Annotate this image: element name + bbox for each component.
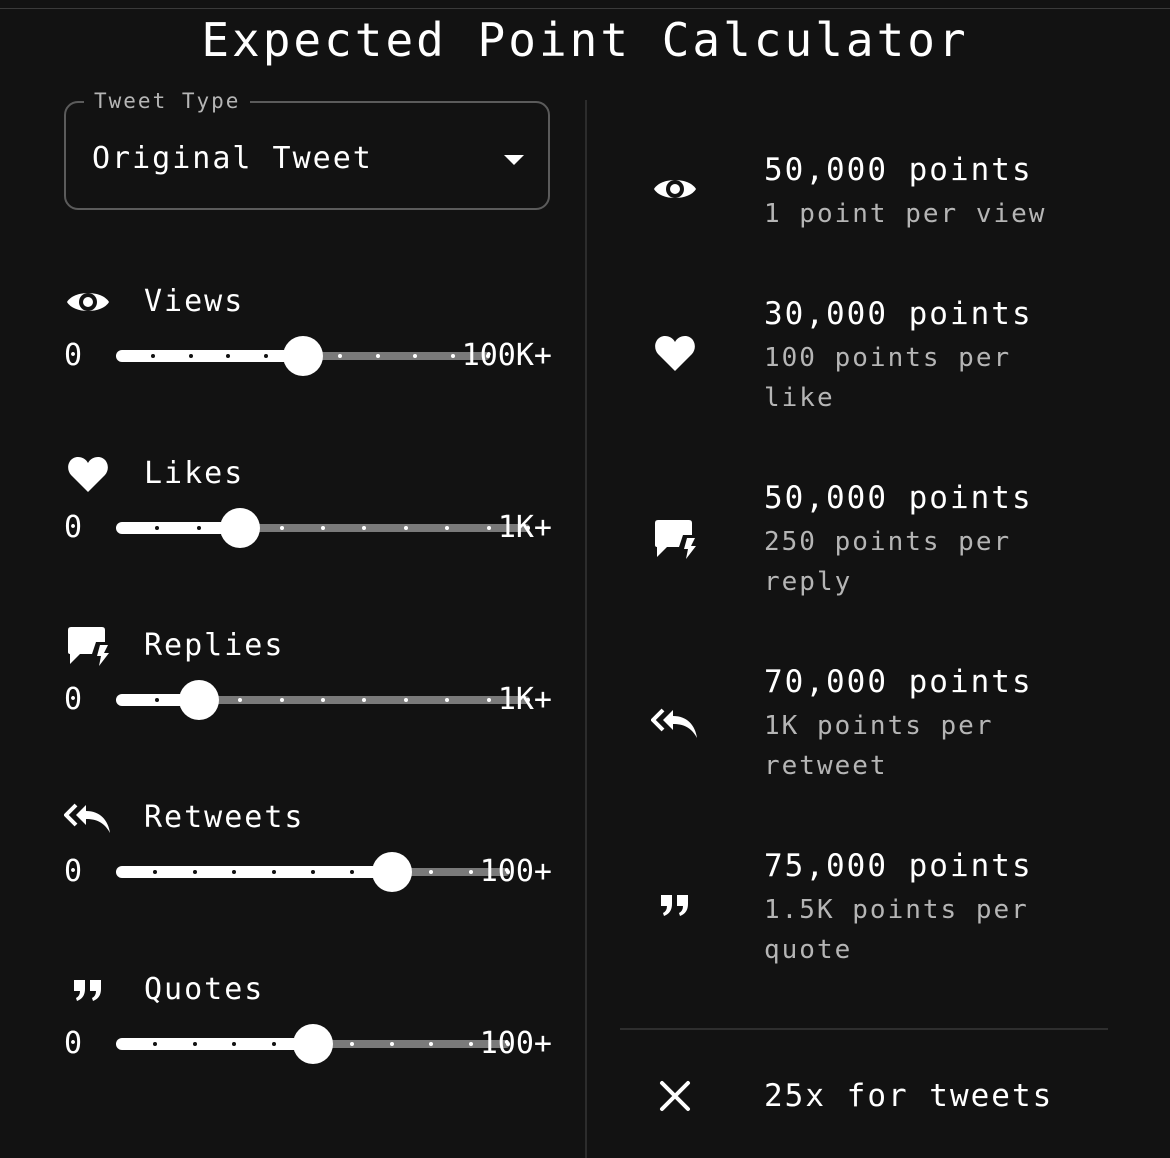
quotes-slider[interactable] xyxy=(116,1024,510,1064)
likes-min: 0 xyxy=(64,510,83,545)
views-max: 100K+ xyxy=(461,338,552,373)
quotes-rate: 1.5K points per quote xyxy=(764,895,1029,965)
views-points: 50,000 points xyxy=(764,152,1033,188)
views-rate: 1 point per view xyxy=(764,199,1047,229)
slider-fill xyxy=(116,1038,313,1050)
close-icon xyxy=(650,1071,700,1121)
retweets-rate: 1K points per retweet xyxy=(764,711,994,781)
quotes-label: Quotes xyxy=(144,972,265,1007)
slider-tick xyxy=(450,354,455,358)
page-title: Expected Point Calculator xyxy=(201,13,969,67)
slider-tick xyxy=(486,698,491,702)
retweet-icon xyxy=(64,798,112,838)
quotes-points: 75,000 points xyxy=(764,848,1033,884)
replies-max: 1K+ xyxy=(497,682,552,717)
slider-tick xyxy=(192,870,197,874)
eye-icon xyxy=(64,282,112,322)
column-divider xyxy=(585,100,587,1158)
likes-max: 1K+ xyxy=(497,510,552,545)
slider-tick xyxy=(192,1042,197,1046)
likes-control: Likes 0 1K+ xyxy=(64,454,554,564)
slider-tick xyxy=(279,698,284,702)
slider-tick xyxy=(375,354,380,358)
retweet-icon xyxy=(650,698,700,748)
tweet-type-label: Tweet Type xyxy=(84,87,251,115)
quotes-control: Quotes 0 100+ xyxy=(64,970,554,1080)
slider-tick xyxy=(321,698,325,702)
quotes-min: 0 xyxy=(64,1026,83,1061)
reply-icon xyxy=(650,514,700,564)
tweet-type-value: Original Tweet xyxy=(92,141,373,176)
slider-tick xyxy=(271,870,276,874)
chevron-down-icon[interactable] xyxy=(504,155,524,165)
summary-divider xyxy=(620,1028,1108,1030)
slider-tick xyxy=(321,526,325,530)
slider-tick xyxy=(271,1042,276,1046)
slider-thumb[interactable] xyxy=(293,1024,333,1064)
heart-icon xyxy=(650,328,700,378)
slider-tick xyxy=(196,526,201,530)
slider-tick xyxy=(188,354,193,358)
slider-tick xyxy=(279,526,284,530)
quote-icon xyxy=(64,970,112,1010)
quotes-max: 100+ xyxy=(479,1026,552,1061)
quote-icon xyxy=(650,880,700,930)
slider-tick xyxy=(403,526,408,530)
replies-points: 50,000 points xyxy=(764,480,1033,516)
likes-rate: 100 points per like xyxy=(764,343,1012,413)
views-control: Views 0 100K+ xyxy=(64,282,554,392)
retweets-max: 100+ xyxy=(479,854,552,889)
tweet-type-select[interactable]: Tweet Type Original Tweet xyxy=(64,87,550,210)
slider-tick xyxy=(403,698,408,702)
slider-thumb[interactable] xyxy=(178,680,219,720)
reply-icon xyxy=(64,626,112,666)
slider-tick xyxy=(468,1042,473,1046)
slider-thumb[interactable] xyxy=(220,508,261,548)
replies-slider[interactable] xyxy=(116,680,530,720)
multiplier-text: 25x for tweets xyxy=(764,1078,1054,1114)
views-slider[interactable] xyxy=(116,336,490,376)
likes-slider[interactable] xyxy=(116,508,530,548)
retweets-points: 70,000 points xyxy=(764,664,1033,700)
slider-tick xyxy=(486,526,491,530)
eye-icon xyxy=(650,164,700,214)
slider-tick xyxy=(468,870,473,874)
views-min: 0 xyxy=(64,338,83,373)
slider-tick xyxy=(311,870,315,874)
replies-label: Replies xyxy=(144,628,285,663)
retweets-slider[interactable] xyxy=(116,852,510,892)
top-border xyxy=(0,8,1170,9)
retweets-label: Retweets xyxy=(144,800,305,835)
slider-thumb[interactable] xyxy=(371,852,412,892)
replies-min: 0 xyxy=(64,682,83,717)
views-label: Views xyxy=(144,284,245,319)
slider-thumb[interactable] xyxy=(283,336,323,376)
retweets-control: Retweets 0 100+ xyxy=(64,798,554,908)
retweets-min: 0 xyxy=(64,854,83,889)
likes-label: Likes xyxy=(144,456,245,491)
likes-points: 30,000 points xyxy=(764,296,1033,332)
slider-fill xyxy=(116,350,303,362)
replies-control: Replies 0 1K+ xyxy=(64,626,554,736)
slider-tick xyxy=(263,354,268,358)
replies-rate: 250 points per reply xyxy=(764,527,1012,597)
heart-icon xyxy=(64,454,112,494)
slider-tick xyxy=(389,1042,394,1046)
